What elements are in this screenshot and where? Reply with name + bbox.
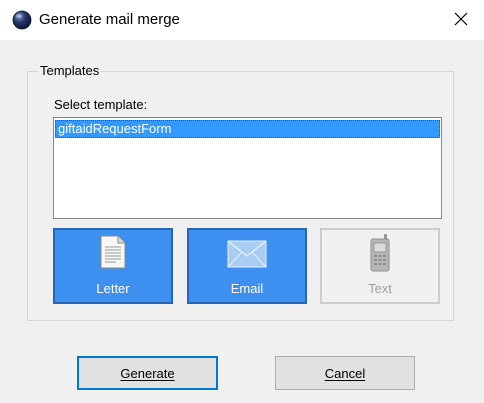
letter-button-label: Letter bbox=[96, 281, 130, 296]
cancel-button[interactable]: Cancel bbox=[275, 356, 415, 390]
email-button-label: Email bbox=[230, 281, 264, 296]
select-template-label: Select template: bbox=[54, 97, 148, 112]
templates-group-legend: Templates bbox=[38, 63, 102, 78]
document-icon bbox=[100, 235, 126, 272]
email-button[interactable]: Email bbox=[187, 228, 307, 304]
title-bar: Generate mail merge bbox=[0, 0, 484, 40]
close-button[interactable] bbox=[438, 0, 484, 40]
letter-button[interactable]: Letter bbox=[53, 228, 173, 304]
window-title: Generate mail merge bbox=[39, 11, 180, 28]
envelope-icon bbox=[227, 240, 267, 271]
text-button-label: Text bbox=[368, 281, 392, 296]
dialog-window: Generate mail merge Templates Select tem… bbox=[0, 0, 484, 403]
text-button[interactable]: Text bbox=[320, 228, 440, 304]
mobile-phone-icon bbox=[369, 234, 391, 275]
generate-button[interactable]: Generate bbox=[77, 356, 218, 390]
globe-orb-icon bbox=[12, 10, 32, 30]
template-list-item[interactable]: giftaidRequestForm bbox=[55, 120, 440, 138]
close-icon bbox=[454, 12, 468, 29]
template-listbox[interactable]: giftaidRequestForm bbox=[53, 117, 442, 219]
